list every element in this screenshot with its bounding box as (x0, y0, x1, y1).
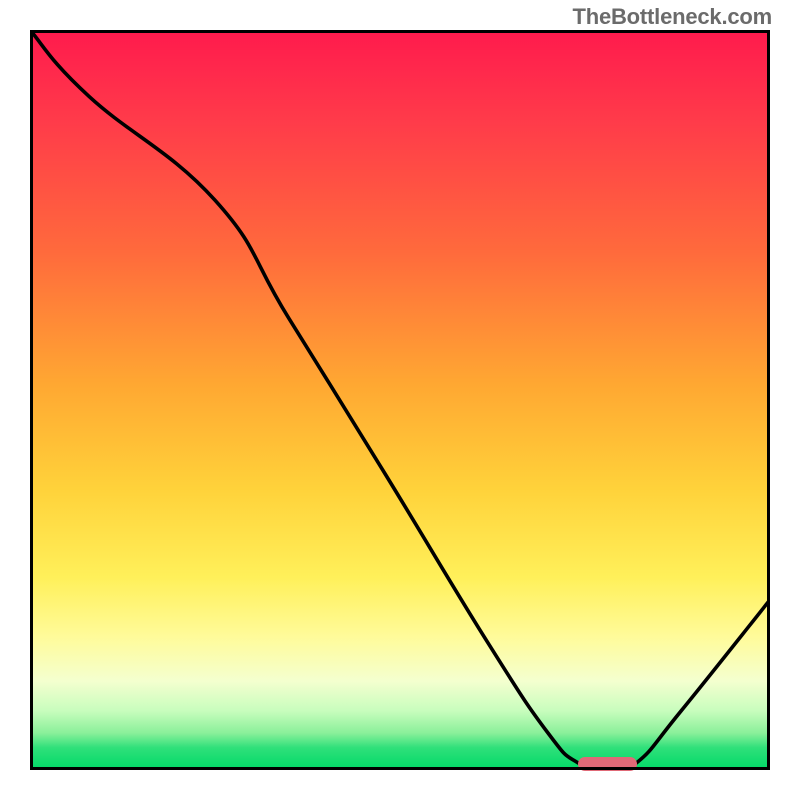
chart-container: TheBottleneck.com (0, 0, 800, 800)
plot-gradient-background (30, 30, 770, 770)
watermark-text: TheBottleneck.com (572, 4, 772, 30)
optimal-range-marker (578, 757, 637, 771)
